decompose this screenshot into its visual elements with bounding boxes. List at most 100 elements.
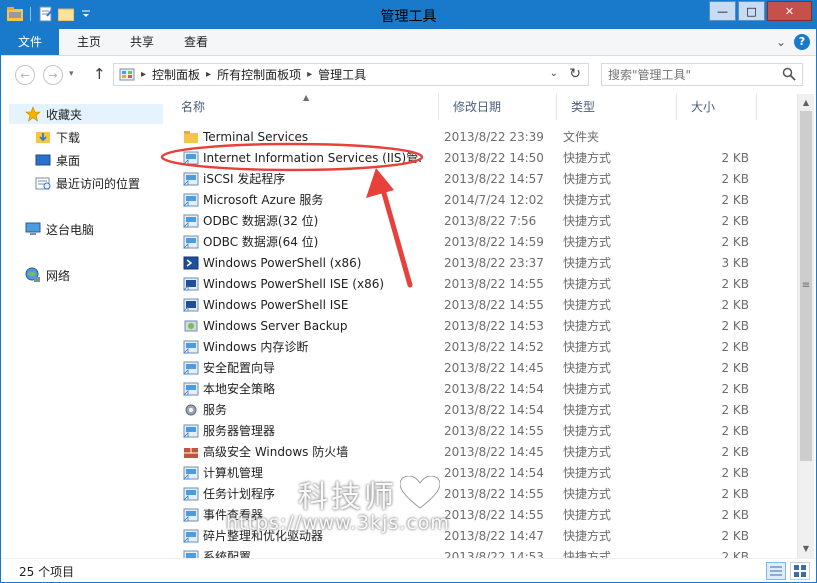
watermark-title: 科技师 <box>298 480 397 515</box>
file-name: 系统配置 <box>203 550 252 558</box>
file-row[interactable]: Windows 内存诊断 2013/8/22 14:52 快捷方式 2 KB <box>167 337 797 358</box>
column-header-date[interactable]: 修改日期 <box>439 94 557 120</box>
computer-icon <box>25 221 41 237</box>
scroll-up-icon[interactable]: ▲ <box>800 97 812 109</box>
tab-share[interactable]: 共享 <box>117 29 167 55</box>
nav-item-label: 收藏夹 <box>46 107 83 122</box>
star-icon <box>25 106 41 122</box>
back-button[interactable]: ← <box>15 65 35 85</box>
item-count: 25 个项目 <box>19 565 75 579</box>
breadcrumb-separator[interactable]: ▸ <box>307 69 312 80</box>
expand-ribbon-icon[interactable]: ⌄ <box>776 35 786 49</box>
address-row: ← → ▾ ↑ ▸ 控制面板 ▸ 所有控制面板项 ▸ 管理工具 ⌄ ↻ <box>1 56 816 94</box>
window-title: 管理工具 <box>380 9 437 25</box>
file-row[interactable]: ODBC 数据源(32 位) 2013/8/22 7:56 快捷方式 2 KB <box>167 211 797 232</box>
breadcrumb-all-items[interactable]: 所有控制面板项 <box>217 66 301 83</box>
file-row[interactable]: Microsoft Azure 服务 2014/7/24 12:02 快捷方式 2 K… <box>167 190 797 211</box>
details-view-icon <box>770 566 782 576</box>
refresh-icon[interactable]: ↻ <box>569 66 581 82</box>
file-row[interactable]: 本地安全策略 2013/8/22 14:54 快捷方式 2 KB <box>167 379 797 400</box>
file-row[interactable]: Windows PowerShell (x86) 2013/8/22 23:37 快… <box>167 253 797 274</box>
file-row[interactable]: Windows Server Backup 2013/8/22 14:53 快捷方式… <box>167 316 797 337</box>
file-type: 快捷方式 <box>563 172 612 186</box>
file-list: ▲ 名称 修改日期 类型 大小 Terminal Services 2013/8/… <box>167 94 797 558</box>
breadcrumb-separator[interactable]: ▸ <box>141 69 146 80</box>
close-button[interactable]: ✕ <box>767 1 812 21</box>
column-header-type[interactable]: 类型 <box>557 94 677 120</box>
file-type: 快捷方式 <box>563 277 612 291</box>
search-box[interactable] <box>601 63 803 86</box>
file-row[interactable]: 系统配置 2013/8/22 14:53 快捷方式 2 KB <box>167 547 797 558</box>
breadcrumb-control-panel[interactable]: 控制面板 <box>152 66 200 83</box>
file-date: 2013/8/22 14:57 <box>444 172 544 186</box>
file-row[interactable]: 计算机管理 2013/8/22 14:54 快捷方式 2 KB <box>167 463 797 484</box>
tab-file[interactable]: 文件 <box>1 29 59 55</box>
nav-item-this-pc[interactable]: 这台电脑 <box>25 219 94 239</box>
scrollbar-grip-icon: ≡ <box>801 280 811 291</box>
minimize-button[interactable]: — <box>709 1 736 21</box>
file-row[interactable]: 服务器管理器 2013/8/22 14:55 快捷方式 2 KB <box>167 421 797 442</box>
file-size: 2 KB <box>721 529 749 543</box>
network-icon <box>25 267 41 283</box>
file-name: ODBC 数据源(32 位) <box>203 214 319 228</box>
tab-home[interactable]: 主页 <box>63 29 115 55</box>
file-row[interactable]: Windows PowerShell ISE (x86) 2013/8/22 14… <box>167 274 797 295</box>
odbc-icon <box>183 213 199 229</box>
breadcrumb-admin-tools[interactable]: 管理工具 <box>318 66 366 83</box>
file-row[interactable]: ODBC 数据源(64 位) 2013/8/22 14:59 快捷方式 2 KB <box>167 232 797 253</box>
file-name: Windows PowerShell ISE <box>203 298 349 312</box>
file-row[interactable]: iSCSI 发起程序 2013/8/22 14:57 快捷方式 2 KB <box>167 169 797 190</box>
details-view-button[interactable] <box>766 562 786 580</box>
nav-item-downloads[interactable]: 下载 <box>35 127 80 147</box>
scrollbar-thumb[interactable]: ≡ <box>800 111 812 461</box>
file-row[interactable]: 安全配置向导 2013/8/22 14:45 快捷方式 2 KB <box>167 358 797 379</box>
event-viewer-icon <box>183 507 199 523</box>
column-header-size[interactable]: 大小 <box>677 94 757 120</box>
maximize-button[interactable]: □ <box>738 1 765 21</box>
file-size: 2 KB <box>721 487 749 501</box>
search-input[interactable] <box>602 64 772 85</box>
file-type: 快捷方式 <box>563 151 612 165</box>
breadcrumb-separator[interactable]: ▸ <box>206 69 211 80</box>
powershell-icon <box>183 255 199 271</box>
backup-icon <box>183 318 199 334</box>
file-type: 快捷方式 <box>563 235 612 249</box>
download-folder-icon <box>35 129 51 145</box>
file-row[interactable]: 服务 2013/8/22 14:54 快捷方式 2 KB <box>167 400 797 421</box>
file-name: Microsoft Azure 服务 <box>203 193 324 207</box>
nav-item-network[interactable]: 网络 <box>25 265 70 285</box>
forward-button[interactable]: → <box>43 65 63 85</box>
file-type: 快捷方式 <box>563 508 612 522</box>
nav-item-desktop[interactable]: 桌面 <box>35 150 80 170</box>
file-name: 服务器管理器 <box>203 424 276 438</box>
file-size: 2 KB <box>721 424 749 438</box>
file-row[interactable]: Internet Information Services (IIS)管... 2… <box>167 148 797 169</box>
column-header-name[interactable]: 名称 <box>167 94 439 120</box>
file-row[interactable]: 高级安全 Windows 防火墙 2013/8/22 14:45 快捷方式 2 KB <box>167 442 797 463</box>
address-dropdown-icon[interactable]: ⌄ <box>550 68 558 79</box>
nav-item-recent-places[interactable]: 最近访问的位置 <box>35 173 140 193</box>
file-type: 快捷方式 <box>563 424 612 438</box>
file-row[interactable]: 任务计划程序 2013/8/22 14:55 快捷方式 2 KB <box>167 484 797 505</box>
file-type: 快捷方式 <box>563 298 612 312</box>
file-date: 2013/8/22 7:56 <box>444 214 537 228</box>
file-name: ODBC 数据源(64 位) <box>203 235 319 249</box>
up-button[interactable]: ↑ <box>93 65 106 83</box>
nav-item-favorites[interactable]: 收藏夹 <box>9 104 163 124</box>
file-date: 2013/8/22 14:55 <box>444 298 544 312</box>
large-icons-view-button[interactable] <box>790 562 810 580</box>
file-type: 快捷方式 <box>563 529 612 543</box>
help-icon[interactable]: ? <box>794 34 810 50</box>
file-name: Windows Server Backup <box>203 319 348 333</box>
file-row[interactable]: Terminal Services 2013/8/22 23:39 文件夹 <box>167 127 797 148</box>
scroll-down-icon[interactable]: ▼ <box>800 543 812 555</box>
search-icon[interactable] <box>782 67 796 84</box>
nav-item-label: 最近访问的位置 <box>56 176 141 191</box>
file-size: 3 KB <box>721 256 749 270</box>
vertical-scrollbar[interactable]: ▲ ≡ ▼ <box>797 94 814 558</box>
tab-view[interactable]: 查看 <box>171 29 221 55</box>
file-row[interactable]: Windows PowerShell ISE 2013/8/22 14:55 快捷方… <box>167 295 797 316</box>
file-name: 服务 <box>203 403 228 417</box>
recent-locations-button[interactable]: ▾ <box>69 69 74 79</box>
address-bar[interactable]: ▸ 控制面板 ▸ 所有控制面板项 ▸ 管理工具 ⌄ ↻ <box>113 63 589 86</box>
